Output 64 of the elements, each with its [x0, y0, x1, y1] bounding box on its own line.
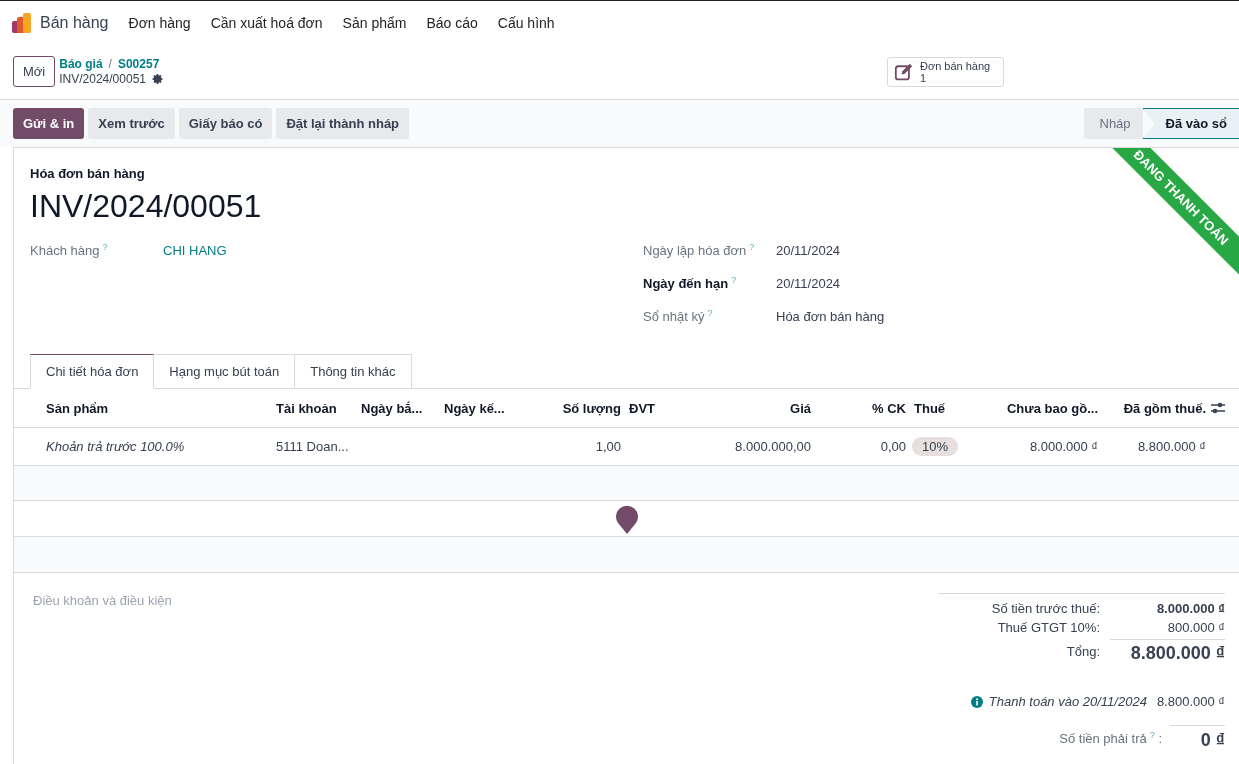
table-cell-text: 1,00 — [594, 439, 622, 454]
field-label: Khách hàng $^{?}$ — [30, 242, 109, 259]
column-header[interactable]: Số lượng — [520, 400, 625, 416]
field-link[interactable]: CHI HANG — [163, 243, 227, 258]
menu-item[interactable]: Cấu hình — [497, 14, 555, 31]
sales-order-smart-button[interactable]: Đơn bán hàng 1 — [887, 56, 1004, 87]
column-header[interactable]: Ngày bắ... — [357, 400, 440, 416]
amount-due-value: 0 ₫ — [1170, 725, 1225, 751]
column-header[interactable]: Chưa bao gồ... — [990, 400, 1102, 416]
status-stage[interactable]: Đã vào sổ — [1142, 108, 1239, 139]
column-header[interactable]: % CK — [815, 400, 910, 416]
invoice-title: INV/2024/00051 — [30, 188, 262, 225]
table-cell-text: 8.000.000 ₫ — [1028, 439, 1099, 454]
total-label: Số tiền trước thuế: — [990, 601, 1101, 616]
field-label: Sổ nhật ký $^{?}$ — [643, 308, 714, 325]
total-value: 800.000 ₫ — [1166, 620, 1225, 635]
menu-item[interactable]: Báo cáo — [426, 14, 478, 31]
app-name[interactable]: Bán hàng — [40, 13, 109, 32]
column-header[interactable]: Thuế — [910, 400, 990, 416]
menu-item[interactable]: Cần xuất hoá đơn — [210, 14, 323, 31]
column-header[interactable]: Đã gồm thuế. — [1102, 400, 1210, 416]
breadcrumb-link[interactable]: S00257 — [117, 57, 160, 71]
menu-item[interactable]: Đơn hàng — [128, 14, 191, 31]
total-label: Thuế GTGT 10%: — [996, 620, 1101, 635]
action-button[interactable]: Đặt lại thành nháp — [276, 108, 410, 139]
column-header[interactable]: Giá — [690, 400, 815, 416]
gear-icon[interactable] — [152, 73, 164, 85]
table-cell-text: Khoản trả trước 100.0% — [45, 439, 186, 454]
table-cell-text: 8.800.000 ₫ — [1136, 439, 1207, 454]
field-label: Ngày đến hạn $^{?}$ — [643, 275, 738, 292]
edit-icon — [894, 62, 914, 81]
new-button[interactable]: Mới — [13, 56, 56, 87]
table-cell-text: 8.000.000,00 — [734, 439, 812, 454]
field-value: 20/11/2024 — [776, 243, 841, 258]
breadcrumb-link[interactable]: Báo giá — [59, 57, 103, 71]
table-cell-text: 5111 Doan... — [275, 439, 350, 454]
tax-tag: 10% — [912, 437, 959, 456]
record-name: INV/2024/00051 — [59, 72, 146, 86]
table-cell-text: 0,00 — [879, 439, 907, 454]
total-value: 8.800.000 ₫ — [1110, 639, 1225, 664]
column-settings-icon[interactable] — [1210, 401, 1226, 415]
app-logo-icon — [12, 12, 32, 33]
menu-item[interactable]: Sản phẩm — [342, 14, 407, 31]
field-value: 20/11/2024 — [776, 276, 841, 291]
payment-label: Thanh toán vào 20/11/2024 — [988, 694, 1147, 709]
column-header[interactable]: Ngày kế... — [440, 400, 520, 416]
field-label: Ngày lập hóa đơn $^{?}$ — [643, 242, 756, 259]
map-pin-icon — [614, 503, 639, 534]
tab[interactable]: Chi tiết hóa đơn — [30, 354, 155, 389]
amount-due-label: Số tiền phải trả $^{?}$ : — [1058, 729, 1163, 747]
column-header[interactable]: Sản phẩm — [14, 400, 272, 416]
column-header[interactable]: ĐVT — [625, 400, 690, 416]
tab[interactable]: Thông tin khác — [294, 354, 412, 389]
column-header[interactable]: Tài khoản — [272, 400, 357, 416]
breadcrumb-separator: / — [108, 57, 112, 71]
payment-amount: 8.800.000 ₫ — [1156, 694, 1225, 709]
status-stage[interactable]: Nháp — [1083, 108, 1143, 139]
field-value: Hóa đơn bán hàng — [776, 309, 885, 324]
total-label: Tổng: — [1065, 644, 1101, 659]
action-button[interactable]: Gửi & in — [13, 108, 85, 139]
action-button[interactable]: Giấy báo có — [178, 108, 273, 139]
total-value: 8.000.000 ₫ — [1155, 601, 1225, 616]
action-button[interactable]: Xem trước — [88, 108, 175, 139]
info-icon[interactable] — [970, 695, 983, 708]
